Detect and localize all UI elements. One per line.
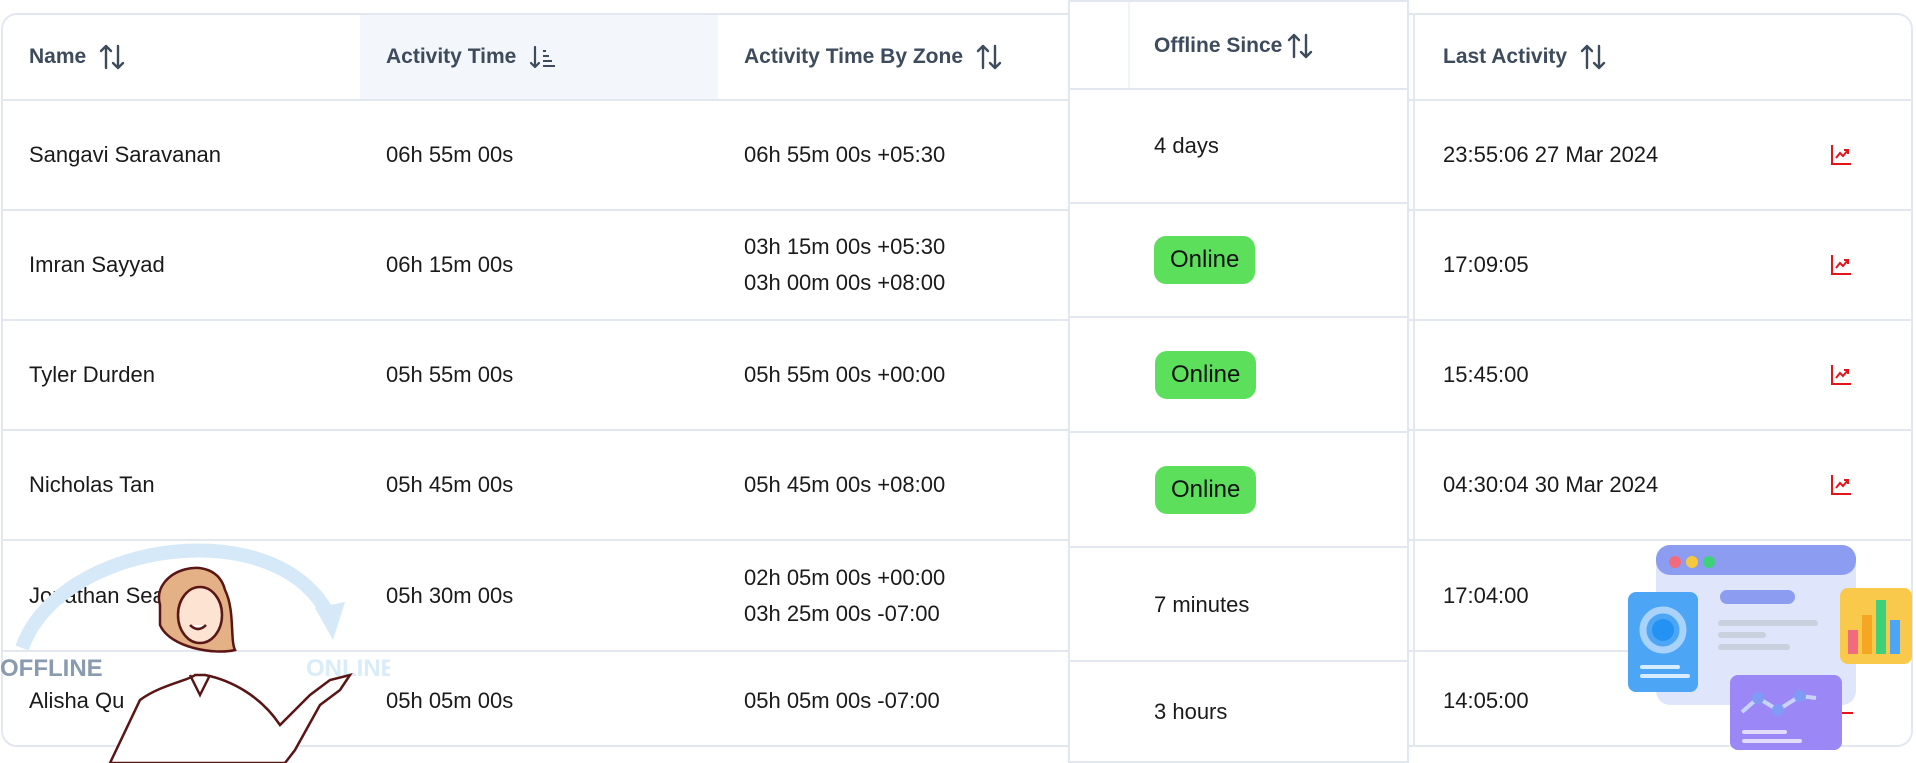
cell-offline-since: 7 minutes <box>1070 548 1407 661</box>
cell-offline-since: 3 hours <box>1070 662 1407 762</box>
cell-activity-time: 05h 45m 00s <box>386 472 514 497</box>
cell-last-activity: 15:45:00 <box>1443 362 1529 387</box>
column-header-activity-time[interactable]: Activity Time <box>360 15 718 99</box>
column-header-last-activity[interactable]: Last Activity <box>1415 15 1911 99</box>
zone-entry: 03h 00m 00s +08:00 <box>744 270 946 295</box>
zone-entry: 05h 55m 00s +00:00 <box>744 362 946 387</box>
cell-offline-since: Online <box>1070 433 1407 546</box>
column-header-offline-since[interactable]: Offline Since <box>1070 2 1407 89</box>
sort-up-down-icon[interactable] <box>975 42 1003 72</box>
offline-online-illustration: OFFLINE ONLINE <box>0 543 390 763</box>
cell-activity-by-zone: 03h 15m 00s +05:30 03h 00m 00s +08:00 <box>718 211 1078 319</box>
line-chart-card-icon <box>1730 675 1842 750</box>
cell-activity-by-zone: 05h 45m 00s +08:00 <box>718 431 1078 539</box>
cell-activity-time: 05h 30m 00s <box>386 582 514 608</box>
cell-last-activity: 04:30:04 30 Mar 2024 <box>1443 472 1659 497</box>
header-label: Offline Since <box>1154 33 1283 57</box>
zone-entry: 02h 05m 00s +00:00 <box>744 564 946 590</box>
sort-descending-icon[interactable] <box>528 42 556 72</box>
cell-offline-since: 4 days <box>1070 90 1407 202</box>
cell-activity-time: 06h 55m 00s <box>386 142 514 167</box>
arrow-head-icon <box>315 602 345 640</box>
cell-name: Nicholas Tan <box>29 472 155 497</box>
zone-entry: 03h 25m 00s -07:00 <box>744 600 940 626</box>
header-label: Name <box>29 45 87 68</box>
trending-chart-icon[interactable] <box>1829 143 1853 167</box>
cell-name: Sangavi Saravanan <box>29 142 222 167</box>
header-label: Activity Time <box>386 45 517 68</box>
trending-chart-icon[interactable] <box>1829 363 1853 387</box>
zone-entry: 03h 15m 00s +05:30 <box>744 234 946 259</box>
online-status-badge: Online <box>1155 350 1257 399</box>
sort-up-down-icon[interactable] <box>1579 42 1607 72</box>
sort-up-down-icon[interactable] <box>98 42 126 72</box>
cell-last-activity: 17:09:05 <box>1443 252 1529 277</box>
trending-chart-icon[interactable] <box>1829 473 1853 497</box>
offline-since-column: Offline Since 4 days Online Online Onlin… <box>1068 0 1409 763</box>
online-status-badge: Online <box>1154 236 1256 284</box>
cell-last-activity: 23:55:06 27 Mar 2024 <box>1443 142 1659 167</box>
cell-offline-since: Online <box>1070 318 1407 431</box>
cell-name: Imran Sayyad <box>29 252 165 277</box>
column-header-name[interactable]: Name <box>3 15 360 99</box>
cell-activity-by-zone: 05h 55m 00s +00:00 <box>718 321 1078 429</box>
dashboard-illustration <box>1628 545 1912 750</box>
online-status-badge: Online <box>1155 465 1257 514</box>
header-label: Last Activity <box>1443 45 1568 68</box>
sort-up-down-icon[interactable] <box>1286 31 1314 61</box>
trending-chart-icon[interactable] <box>1829 253 1853 277</box>
cell-name: Tyler Durden <box>29 362 155 387</box>
cell-activity-time: 05h 05m 00s <box>386 687 514 713</box>
cell-activity-time: 05h 55m 00s <box>386 362 514 387</box>
cell-offline-since: Online <box>1070 204 1407 316</box>
cell-activity-time: 06h 15m 00s <box>386 252 514 277</box>
cell-activity-by-zone: 06h 55m 00s +05:30 <box>718 101 1078 209</box>
zone-entry: 05h 05m 00s -07:00 <box>744 687 940 713</box>
header-label: Activity Time By Zone <box>744 45 964 68</box>
offline-label: OFFLINE <box>0 655 103 682</box>
zone-entry: 05h 45m 00s +08:00 <box>744 472 946 497</box>
cell-activity-by-zone: 05h 05m 00s -07:00 <box>718 652 1078 745</box>
column-header-activity-by-zone[interactable]: Activity Time By Zone <box>718 15 1078 99</box>
cell-activity-by-zone: 02h 05m 00s +00:00 03h 25m 00s -07:00 <box>718 541 1078 650</box>
offline-duration: 3 hours <box>1154 699 1228 724</box>
offline-duration: 7 minutes <box>1154 591 1250 617</box>
offline-duration: 4 days <box>1154 133 1219 158</box>
zone-entry: 06h 55m 00s +05:30 <box>744 142 946 167</box>
